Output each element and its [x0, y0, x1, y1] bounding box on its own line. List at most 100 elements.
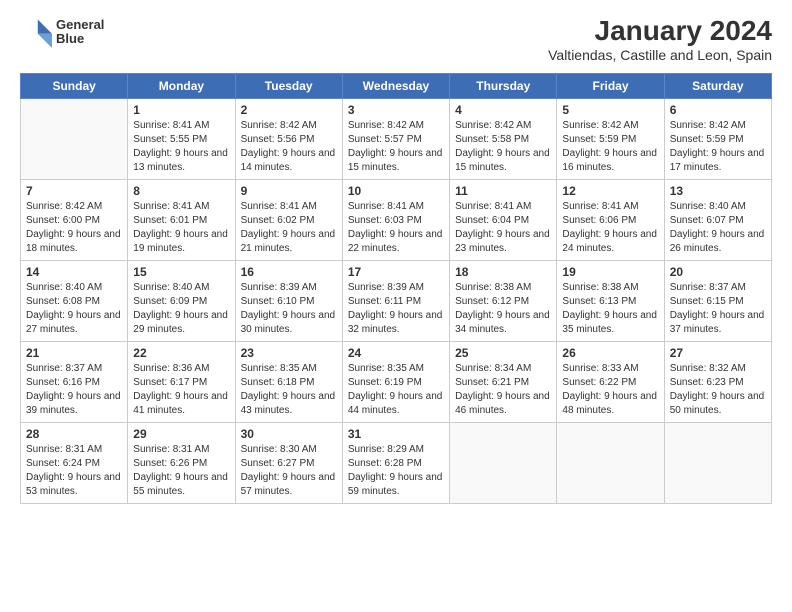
logo-text: General Blue [56, 18, 104, 47]
calendar-cell: 6 Sunrise: 8:42 AMSunset: 5:59 PMDaylight… [664, 98, 771, 179]
calendar-cell: 7 Sunrise: 8:42 AMSunset: 6:00 PMDaylight… [21, 179, 128, 260]
title-block: January 2024 Valtiendas, Castille and Le… [548, 16, 772, 63]
day-number: 29 [133, 427, 229, 441]
day-info: Sunrise: 8:36 AMSunset: 6:17 PMDaylight:… [133, 362, 229, 418]
day-info: Sunrise: 8:42 AMSunset: 5:57 PMDaylight:… [348, 119, 444, 175]
day-number: 24 [348, 346, 444, 360]
day-number: 22 [133, 346, 229, 360]
calendar-cell: 21Sunrise: 8:37 AMSunset: 6:16 PMDayligh… [21, 341, 128, 422]
day-number: 26 [562, 346, 658, 360]
calendar-week-3: 14Sunrise: 8:40 AMSunset: 6:08 PMDayligh… [21, 260, 772, 341]
day-number: 20 [670, 265, 766, 279]
calendar-header-saturday: Saturday [664, 73, 771, 98]
day-info: Sunrise: 8:31 AMSunset: 6:26 PMDaylight:… [133, 443, 229, 499]
calendar-week-2: 7 Sunrise: 8:42 AMSunset: 6:00 PMDaylight… [21, 179, 772, 260]
calendar-cell [557, 422, 664, 503]
calendar-cell: 2Sunrise: 8:42 AMSunset: 5:56 PMDaylight… [235, 98, 342, 179]
calendar-cell [450, 422, 557, 503]
day-number: 27 [670, 346, 766, 360]
logo-icon [20, 16, 52, 48]
day-info: Sunrise: 8:42 AMSunset: 5:59 PMDaylight:… [670, 119, 766, 175]
calendar-cell: 25Sunrise: 8:34 AMSunset: 6:21 PMDayligh… [450, 341, 557, 422]
day-number: 6 [670, 103, 766, 117]
calendar-cell: 3 Sunrise: 8:42 AMSunset: 5:57 PMDaylight… [342, 98, 449, 179]
day-info: Sunrise: 8:41 AMSunset: 6:03 PMDaylight:… [348, 200, 444, 256]
day-info: Sunrise: 8:41 AMSunset: 6:04 PMDaylight:… [455, 200, 551, 256]
calendar-cell: 5 Sunrise: 8:42 AMSunset: 5:59 PMDaylight… [557, 98, 664, 179]
calendar-header-wednesday: Wednesday [342, 73, 449, 98]
day-info: Sunrise: 8:42 AMSunset: 5:59 PMDaylight:… [562, 119, 658, 175]
calendar-cell: 14Sunrise: 8:40 AMSunset: 6:08 PMDayligh… [21, 260, 128, 341]
calendar-week-4: 21Sunrise: 8:37 AMSunset: 6:16 PMDayligh… [21, 341, 772, 422]
calendar-cell: 20 Sunrise: 8:37 AMSunset: 6:15 PMDayligh… [664, 260, 771, 341]
calendar-cell: 17Sunrise: 8:39 AMSunset: 6:11 PMDayligh… [342, 260, 449, 341]
day-info: Sunrise: 8:34 AMSunset: 6:21 PMDaylight:… [455, 362, 551, 418]
calendar-cell: 11 Sunrise: 8:41 AMSunset: 6:04 PMDayligh… [450, 179, 557, 260]
day-info: Sunrise: 8:33 AMSunset: 6:22 PMDaylight:… [562, 362, 658, 418]
day-number: 11 [455, 184, 551, 198]
calendar-header-friday: Friday [557, 73, 664, 98]
day-info: Sunrise: 8:40 AMSunset: 6:08 PMDaylight:… [26, 281, 122, 337]
calendar-cell: 28 Sunrise: 8:31 AMSunset: 6:24 PMDayligh… [21, 422, 128, 503]
day-info: Sunrise: 8:40 AMSunset: 6:07 PMDaylight:… [670, 200, 766, 256]
calendar-cell: 1Sunrise: 8:41 AMSunset: 5:55 PMDaylight… [128, 98, 235, 179]
day-number: 28 [26, 427, 122, 441]
calendar-cell: 29 Sunrise: 8:31 AMSunset: 6:26 PMDayligh… [128, 422, 235, 503]
calendar-cell: 30 Sunrise: 8:30 AMSunset: 6:27 PMDayligh… [235, 422, 342, 503]
day-info: Sunrise: 8:42 AMSunset: 5:58 PMDaylight:… [455, 119, 551, 175]
calendar-week-1: 1Sunrise: 8:41 AMSunset: 5:55 PMDaylight… [21, 98, 772, 179]
calendar-cell: 22 Sunrise: 8:36 AMSunset: 6:17 PMDayligh… [128, 341, 235, 422]
calendar-cell: 8Sunrise: 8:41 AMSunset: 6:01 PMDaylight… [128, 179, 235, 260]
calendar-cell: 18Sunrise: 8:38 AMSunset: 6:12 PMDayligh… [450, 260, 557, 341]
day-number: 7 [26, 184, 122, 198]
day-info: Sunrise: 8:35 AMSunset: 6:18 PMDaylight:… [241, 362, 337, 418]
day-info: Sunrise: 8:37 AMSunset: 6:15 PMDaylight:… [670, 281, 766, 337]
day-number: 2 [241, 103, 337, 117]
calendar-header-tuesday: Tuesday [235, 73, 342, 98]
day-number: 30 [241, 427, 337, 441]
day-number: 3 [348, 103, 444, 117]
calendar-cell: 12Sunrise: 8:41 AMSunset: 6:06 PMDayligh… [557, 179, 664, 260]
day-info: Sunrise: 8:32 AMSunset: 6:23 PMDaylight:… [670, 362, 766, 418]
day-info: Sunrise: 8:35 AMSunset: 6:19 PMDaylight:… [348, 362, 444, 418]
day-number: 1 [133, 103, 229, 117]
calendar-cell: 27 Sunrise: 8:32 AMSunset: 6:23 PMDayligh… [664, 341, 771, 422]
calendar-cell: 31Sunrise: 8:29 AMSunset: 6:28 PMDayligh… [342, 422, 449, 503]
day-info: Sunrise: 8:31 AMSunset: 6:24 PMDaylight:… [26, 443, 122, 499]
logo: General Blue [20, 16, 104, 48]
logo-line2: Blue [56, 32, 104, 46]
day-number: 19 [562, 265, 658, 279]
day-info: Sunrise: 8:38 AMSunset: 6:13 PMDaylight:… [562, 281, 658, 337]
day-info: Sunrise: 8:29 AMSunset: 6:28 PMDaylight:… [348, 443, 444, 499]
day-info: Sunrise: 8:40 AMSunset: 6:09 PMDaylight:… [133, 281, 229, 337]
calendar-cell: 9 Sunrise: 8:41 AMSunset: 6:02 PMDaylight… [235, 179, 342, 260]
day-info: Sunrise: 8:30 AMSunset: 6:27 PMDaylight:… [241, 443, 337, 499]
day-number: 5 [562, 103, 658, 117]
day-info: Sunrise: 8:41 AMSunset: 6:02 PMDaylight:… [241, 200, 337, 256]
day-info: Sunrise: 8:42 AMSunset: 6:00 PMDaylight:… [26, 200, 122, 256]
calendar-cell: 13Sunrise: 8:40 AMSunset: 6:07 PMDayligh… [664, 179, 771, 260]
day-info: Sunrise: 8:38 AMSunset: 6:12 PMDaylight:… [455, 281, 551, 337]
day-info: Sunrise: 8:41 AMSunset: 6:06 PMDaylight:… [562, 200, 658, 256]
calendar-table: SundayMondayTuesdayWednesdayThursdayFrid… [20, 73, 772, 504]
day-number: 23 [241, 346, 337, 360]
day-info: Sunrise: 8:39 AMSunset: 6:10 PMDaylight:… [241, 281, 337, 337]
calendar-header-thursday: Thursday [450, 73, 557, 98]
day-number: 16 [241, 265, 337, 279]
calendar-cell [664, 422, 771, 503]
day-number: 17 [348, 265, 444, 279]
calendar-title: January 2024 [548, 16, 772, 47]
calendar-cell: 26 Sunrise: 8:33 AMSunset: 6:22 PMDayligh… [557, 341, 664, 422]
calendar-cell: 23 Sunrise: 8:35 AMSunset: 6:18 PMDayligh… [235, 341, 342, 422]
day-number: 9 [241, 184, 337, 198]
calendar-cell: 19 Sunrise: 8:38 AMSunset: 6:13 PMDayligh… [557, 260, 664, 341]
day-info: Sunrise: 8:41 AMSunset: 6:01 PMDaylight:… [133, 200, 229, 256]
day-number: 15 [133, 265, 229, 279]
page: General Blue January 2024 Valtiendas, Ca… [0, 0, 792, 612]
calendar-header-row: SundayMondayTuesdayWednesdayThursdayFrid… [21, 73, 772, 98]
calendar-cell: 10Sunrise: 8:41 AMSunset: 6:03 PMDayligh… [342, 179, 449, 260]
header: General Blue January 2024 Valtiendas, Ca… [20, 16, 772, 63]
calendar-cell: 24 Sunrise: 8:35 AMSunset: 6:19 PMDayligh… [342, 341, 449, 422]
calendar-header-sunday: Sunday [21, 73, 128, 98]
calendar-header-monday: Monday [128, 73, 235, 98]
